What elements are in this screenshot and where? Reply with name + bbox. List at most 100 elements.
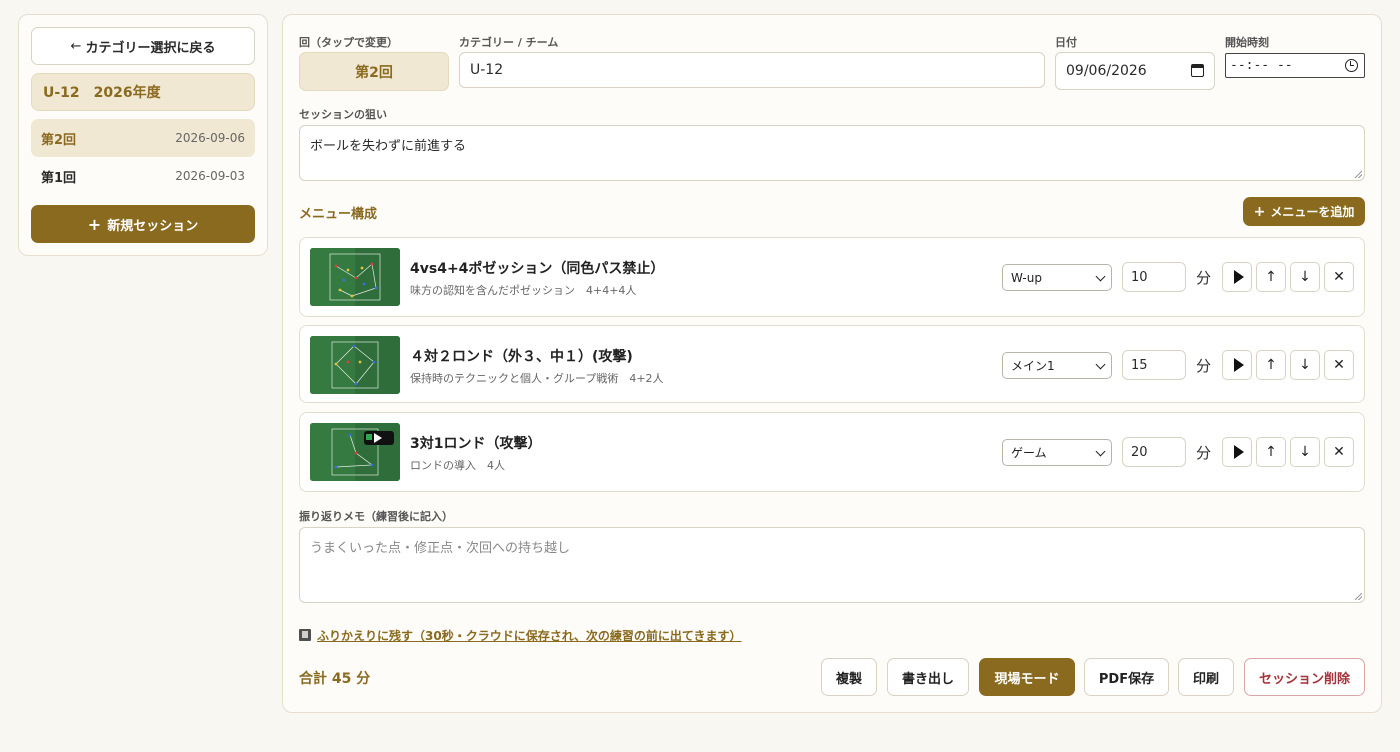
phase-select[interactable]: メイン1 (1002, 352, 1112, 379)
aim-value: ボールを失わずに前進する (310, 139, 467, 154)
phase-select-value: メイン1 (1011, 359, 1055, 373)
total-minutes: 合計 45 分 (299, 671, 371, 687)
session-item-1[interactable]: 第1回 2026-09-03 (31, 157, 255, 195)
menu-section-title: メニュー構成 (299, 207, 378, 222)
drill-thumbnail[interactable] (310, 336, 400, 394)
close-icon: ✕ (1333, 357, 1345, 373)
minutes-value: 10 (1131, 269, 1148, 285)
new-session-button[interactable]: + 新規セッション (31, 205, 255, 243)
aim-textarea[interactable]: ボールを失わずに前進する (299, 125, 1365, 181)
minutes-value: 15 (1131, 357, 1148, 373)
remove-button[interactable]: ✕ (1324, 437, 1354, 467)
pitch-diagram-icon (310, 248, 400, 306)
pdf-save-label: PDF保存 (1098, 671, 1155, 687)
reflection-label: 振り返りメモ（練習後に記入） (299, 510, 453, 523)
category-field-label: カテゴリー / チーム (459, 36, 559, 49)
drill-thumbnail[interactable] (310, 423, 400, 481)
minutes-input[interactable]: 15 (1122, 350, 1186, 380)
arrow-down-icon: ↓ (1299, 269, 1311, 285)
session-item-date: 2026-09-06 (175, 131, 245, 145)
minutes-input[interactable]: 10 (1122, 262, 1186, 292)
clock-icon[interactable] (1345, 59, 1358, 72)
resize-handle-icon[interactable] (1355, 171, 1362, 178)
menu-item-subtitle: ロンドの導入 4人 (410, 459, 505, 472)
category-header: U-12 2026年度 (31, 73, 255, 111)
duplicate-button[interactable]: 複製 (821, 658, 877, 696)
duplicate-label: 複製 (835, 671, 862, 687)
date-input[interactable]: 09/06/2026 (1055, 52, 1215, 90)
reflection-placeholder: うまくいった点・修正点・次回への持ち越し (310, 541, 571, 556)
phase-select-value: ゲーム (1011, 446, 1047, 460)
chevron-down-icon (1095, 271, 1106, 282)
session-sidebar: ← カテゴリー選択に戻る U-12 2026年度 第2回 2026-09-06 … (18, 14, 268, 256)
move-up-button[interactable]: ↑ (1256, 350, 1286, 380)
move-up-button[interactable]: ↑ (1256, 262, 1286, 292)
category-title: U-12 2026年度 (43, 85, 161, 101)
pitch-diagram-icon (310, 336, 400, 394)
start-time-value: --:-- -- (1230, 58, 1293, 73)
calendar-icon[interactable] (1191, 64, 1204, 77)
play-icon (1233, 358, 1244, 372)
back-to-category-label: カテゴリー選択に戻る (85, 40, 216, 56)
close-icon: ✕ (1333, 269, 1345, 285)
back-to-category-button[interactable]: ← カテゴリー選択に戻る (31, 27, 255, 65)
start-time-input[interactable]: --:-- -- (1225, 53, 1365, 78)
play-button[interactable] (1222, 262, 1252, 292)
arrow-up-icon: ↑ (1265, 444, 1277, 460)
start-time-label: 開始時刻 (1225, 36, 1269, 49)
save-reflection-link[interactable]: ふりかえりに残す（30秒・クラウドに保存され、次の練習の前に出てきます） (299, 627, 741, 644)
play-icon (1233, 445, 1244, 459)
delete-session-label: セッション削除 (1258, 671, 1350, 687)
reflection-textarea[interactable]: うまくいった点・修正点・次回への持ち越し (299, 527, 1365, 603)
menu-item-subtitle: 味方の認知を含んだポゼッション 4+4+4人 (410, 284, 637, 297)
session-item-2[interactable]: 第2回 2026-09-06 (31, 119, 255, 157)
arrow-down-icon: ↓ (1299, 444, 1311, 460)
play-button[interactable] (1222, 350, 1252, 380)
date-label: 日付 (1055, 36, 1077, 49)
session-item-date: 2026-09-03 (175, 169, 245, 183)
field-mode-button[interactable]: 現場モード (979, 658, 1075, 696)
play-button[interactable] (1222, 437, 1252, 467)
menu-item-row: ４対２ロンド（外３、中１）(攻撃) 保持時のテクニックと個人・グループ戦術 4+… (299, 325, 1365, 403)
pdf-save-button[interactable]: PDF保存 (1084, 658, 1169, 696)
round-value: 第2回 (355, 64, 393, 81)
chevron-down-icon (1095, 359, 1106, 370)
export-label: 書き出し (901, 671, 954, 687)
remove-button[interactable]: ✕ (1324, 262, 1354, 292)
category-input[interactable]: U-12 (459, 52, 1045, 88)
session-item-label: 第1回 (41, 170, 77, 186)
minutes-unit: 分 (1196, 357, 1212, 375)
save-reflection-label: ふりかえりに残す（30秒・クラウドに保存され、次の練習の前に出てきます） (317, 629, 742, 643)
arrow-up-icon: ↑ (1265, 269, 1277, 285)
session-item-label: 第2回 (41, 132, 77, 148)
close-icon: ✕ (1333, 444, 1345, 460)
export-button[interactable]: 書き出し (887, 658, 969, 696)
drill-thumbnail[interactable] (310, 248, 400, 306)
field-mode-label: 現場モード (994, 671, 1060, 687)
menu-item-subtitle: 保持時のテクニックと個人・グループ戦術 4+2人 (410, 372, 664, 385)
phase-select[interactable]: W-up (1002, 264, 1112, 291)
minutes-input[interactable]: 20 (1122, 437, 1186, 467)
move-down-button[interactable]: ↓ (1290, 437, 1320, 467)
minutes-value: 20 (1131, 444, 1148, 460)
move-up-button[interactable]: ↑ (1256, 437, 1286, 467)
minutes-unit: 分 (1196, 444, 1212, 462)
chevron-down-icon (1095, 446, 1106, 457)
move-down-button[interactable]: ↓ (1290, 262, 1320, 292)
remove-button[interactable]: ✕ (1324, 350, 1354, 380)
round-selector-button[interactable]: 第2回 (299, 52, 449, 91)
plus-icon: + (87, 214, 102, 234)
menu-item-row: 3対1ロンド（攻撃） ロンドの導入 4人 ゲーム 20 分 ↑ ↓ ✕ (299, 412, 1365, 492)
move-down-button[interactable]: ↓ (1290, 350, 1320, 380)
menu-item-title: 4vs4+4ポゼッション（同色パス禁止） (410, 261, 665, 277)
phase-select-value: W-up (1011, 270, 1042, 285)
print-button[interactable]: 印刷 (1178, 658, 1234, 696)
add-menu-button[interactable]: + メニューを追加 (1243, 197, 1365, 226)
pitch-diagram-icon (310, 423, 400, 481)
phase-select[interactable]: ゲーム (1002, 439, 1112, 466)
aim-label: セッションの狙い (299, 108, 387, 121)
resize-handle-icon[interactable] (1355, 593, 1362, 600)
play-icon (1233, 270, 1244, 284)
delete-session-button[interactable]: セッション削除 (1244, 658, 1365, 696)
menu-item-row: 4vs4+4ポゼッション（同色パス禁止） 味方の認知を含んだポゼッション 4+4… (299, 237, 1365, 317)
